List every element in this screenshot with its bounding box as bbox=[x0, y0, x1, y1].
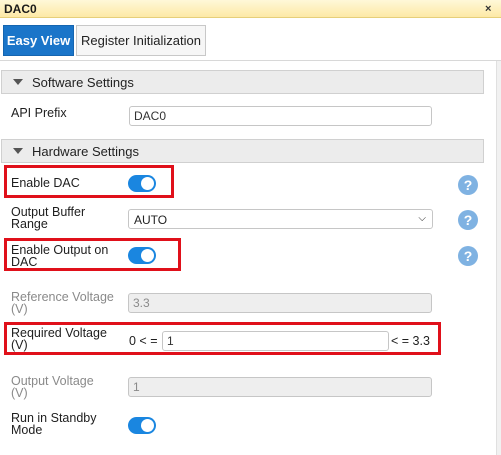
tab-strip: Easy View Register Initialization bbox=[0, 19, 501, 61]
tab-easy-view[interactable]: Easy View bbox=[3, 25, 74, 56]
required-voltage-input[interactable] bbox=[162, 331, 389, 351]
collapse-triangle-icon[interactable] bbox=[13, 148, 23, 154]
run-in-standby-label-line2: Mode bbox=[11, 423, 43, 437]
required-voltage-max: < = 3.3 bbox=[391, 334, 430, 348]
collapse-triangle-icon[interactable] bbox=[13, 79, 23, 85]
enable-output-label-line2: DAC bbox=[11, 255, 38, 269]
section-title: Software Settings bbox=[32, 75, 134, 90]
toggle-knob bbox=[141, 419, 154, 432]
section-hardware-settings[interactable]: Hardware Settings bbox=[1, 139, 484, 163]
output-voltage-input bbox=[128, 377, 432, 397]
section-software-settings[interactable]: Software Settings bbox=[1, 70, 484, 94]
output-buffer-range-select[interactable]: AUTO ⌵ bbox=[128, 209, 433, 229]
api-prefix-input[interactable] bbox=[129, 106, 432, 126]
window-titlebar: DAC0 × bbox=[0, 0, 501, 18]
toggle-knob bbox=[141, 249, 154, 262]
tab-register-initialization[interactable]: Register Initialization bbox=[76, 25, 206, 56]
help-icon[interactable]: ? bbox=[458, 210, 478, 230]
help-icon[interactable]: ? bbox=[458, 246, 478, 266]
enable-dac-toggle[interactable] bbox=[128, 175, 156, 192]
output-buffer-range-label-line2: Range bbox=[11, 217, 48, 231]
window-title: DAC0 bbox=[4, 2, 37, 16]
close-icon[interactable]: × bbox=[485, 1, 491, 17]
reference-voltage-input bbox=[128, 293, 432, 313]
help-icon[interactable]: ? bbox=[458, 175, 478, 195]
reference-voltage-label-line2: (V) bbox=[11, 302, 28, 316]
chevron-down-icon: ⌵ bbox=[418, 213, 426, 224]
enable-output-toggle[interactable] bbox=[128, 247, 156, 264]
required-voltage-label-line2: (V) bbox=[11, 338, 28, 352]
run-in-standby-toggle[interactable] bbox=[128, 417, 156, 434]
output-voltage-label-line2: (V) bbox=[11, 386, 28, 400]
toggle-knob bbox=[141, 177, 154, 190]
section-title: Hardware Settings bbox=[32, 144, 139, 159]
required-voltage-min: 0 < = bbox=[129, 334, 158, 348]
enable-dac-label: Enable DAC bbox=[11, 176, 80, 190]
api-prefix-label: API Prefix bbox=[11, 106, 67, 120]
select-value: AUTO bbox=[134, 213, 168, 227]
vertical-scrollbar[interactable] bbox=[496, 61, 501, 455]
